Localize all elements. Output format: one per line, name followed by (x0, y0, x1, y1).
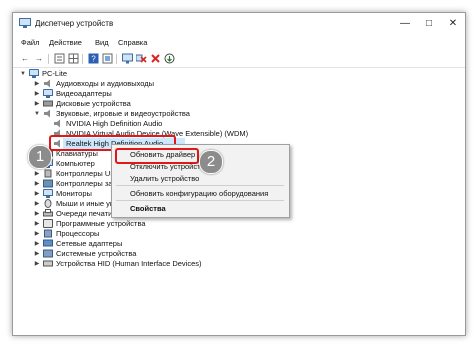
step-badge-2: 2 (199, 150, 223, 174)
window-title: Диспетчер устройств (35, 19, 114, 28)
computer-icon (29, 69, 39, 78)
tree-item-label: Видеоадаптеры (56, 89, 112, 98)
expand-icon[interactable]: ▶ (33, 169, 41, 179)
tree-item-network-adapters[interactable]: ▶ Сетевые адаптеры (33, 239, 283, 249)
uninstall-device-menu-item[interactable]: Удалить устройство (130, 174, 199, 183)
expand-icon[interactable]: ▶ (33, 239, 41, 249)
system-icon (43, 249, 53, 258)
expand-icon[interactable]: ▶ (33, 89, 41, 99)
tree-item-processors[interactable]: ▶ Процессоры (33, 229, 283, 239)
close-button[interactable]: ✕ (441, 13, 465, 35)
tree-item-label: Системные устройства (56, 249, 137, 258)
expand-icon[interactable]: ▶ (33, 219, 41, 229)
expand-icon[interactable]: ▶ (33, 79, 41, 89)
monitor-icon (43, 189, 53, 198)
mouse-icon (44, 199, 52, 208)
back-icon[interactable]: ← (19, 53, 31, 65)
tree-item-nvidia-hd-audio[interactable]: NVIDIA High Definition Audio (53, 119, 293, 129)
expand-icon[interactable]: ▶ (33, 229, 41, 239)
collapse-icon[interactable]: ▼ (19, 69, 27, 79)
display-adapter-icon (43, 89, 53, 98)
expand-icon[interactable]: ▶ (33, 99, 41, 109)
speaker-icon (54, 119, 60, 128)
tree-item-label: Программные устройства (56, 219, 146, 228)
tree-item-audio-io[interactable]: ▶ Аудиовходы и аудиовыходы (33, 79, 283, 89)
help-icon[interactable]: ? (87, 53, 99, 65)
printer-icon (43, 209, 53, 217)
disable-device-menu-item[interactable]: Отключить устройство (130, 162, 209, 171)
title-bar: Диспетчер устройств — □ ✕ (13, 13, 465, 35)
menu-help[interactable]: Справка (118, 38, 147, 47)
tree-item-label: Очереди печати (56, 209, 113, 218)
tree-item-disk[interactable]: ▶ Дисковые устройства (33, 99, 283, 109)
expand-icon[interactable]: ▶ (33, 259, 41, 269)
svg-text:?: ? (91, 55, 96, 64)
properties-menu-item[interactable]: Свойства (130, 204, 166, 213)
disk-icon (43, 100, 53, 107)
scan-hardware-menu-item[interactable]: Обновить конфигурацию оборудования (130, 189, 268, 198)
grid-icon[interactable] (67, 53, 79, 65)
menu-separator (116, 200, 284, 201)
tree-item-label: Аудиовходы и аудиовыходы (56, 79, 155, 88)
minimize-button[interactable]: — (393, 13, 417, 35)
cpu-icon (44, 229, 52, 238)
update-icon[interactable] (163, 53, 175, 65)
menu-view[interactable]: Вид (95, 38, 109, 47)
usb-icon (44, 169, 52, 178)
update-driver-menu-item[interactable]: Обновить драйвер (130, 150, 195, 159)
tree-item-label: Компьютер (56, 159, 95, 168)
scan-icon[interactable] (101, 53, 113, 65)
monitor-icon[interactable] (121, 53, 133, 65)
menu-action[interactable]: Действие (49, 38, 82, 47)
toolbar-separator (116, 54, 117, 64)
tree-item-label: Звуковые, игровые и видеоустройства (56, 109, 190, 118)
tree-item-label: Мониторы (56, 189, 92, 198)
network-icon (43, 239, 53, 247)
tree-root-label: PC-Lite (42, 69, 68, 78)
expand-icon[interactable]: ▶ (33, 249, 41, 259)
software-icon (43, 219, 53, 228)
tree-root[interactable]: ▼ PC-Lite (19, 69, 219, 79)
device-manager-app-icon (19, 18, 31, 28)
audio-io-icon (44, 79, 50, 88)
storage-icon (43, 179, 53, 188)
tree-item-label: NVIDIA High Definition Audio (66, 119, 163, 128)
tree-item-sound[interactable]: ▼ Звуковые, игровые и видеоустройства (33, 109, 283, 119)
tree-item-label: Процессоры (56, 229, 100, 238)
hid-icon (43, 260, 53, 267)
remove-icon[interactable] (149, 53, 161, 65)
sound-icon (44, 109, 50, 118)
tree-item-hid[interactable]: ▶ Устройства HID (Human Interface Device… (33, 259, 283, 269)
uninstall-icon[interactable] (135, 53, 147, 65)
tree-item-label: Сетевые адаптеры (56, 239, 123, 248)
menu-bar: Файл Действие Вид Справка (13, 36, 465, 50)
tree-item-label: Устройства HID (Human Interface Devices) (56, 259, 202, 268)
menu-file[interactable]: Файл (21, 38, 39, 47)
properties-icon[interactable] (53, 53, 65, 65)
tree-item-label: Дисковые устройства (56, 99, 131, 108)
expand-icon[interactable]: ▶ (33, 209, 41, 219)
tree-item-system-devices[interactable]: ▶ Системные устройства (33, 249, 283, 259)
toolbar: ← → ? (13, 51, 465, 68)
toolbar-separator (48, 54, 49, 64)
expand-icon[interactable]: ▶ (33, 199, 41, 209)
tree-item-video[interactable]: ▶ Видеоадаптеры (33, 89, 283, 99)
maximize-button[interactable]: □ (417, 13, 441, 35)
forward-icon[interactable]: → (33, 53, 45, 65)
expand-icon[interactable]: ▶ (33, 179, 41, 189)
tree-item-software-devices[interactable]: ▶ Программные устройства (33, 219, 283, 229)
toolbar-separator (82, 54, 83, 64)
menu-separator (116, 185, 284, 186)
step-badge-1: 1 (28, 145, 52, 169)
expand-icon[interactable]: ▶ (33, 189, 41, 199)
collapse-icon[interactable]: ▼ (33, 109, 41, 119)
